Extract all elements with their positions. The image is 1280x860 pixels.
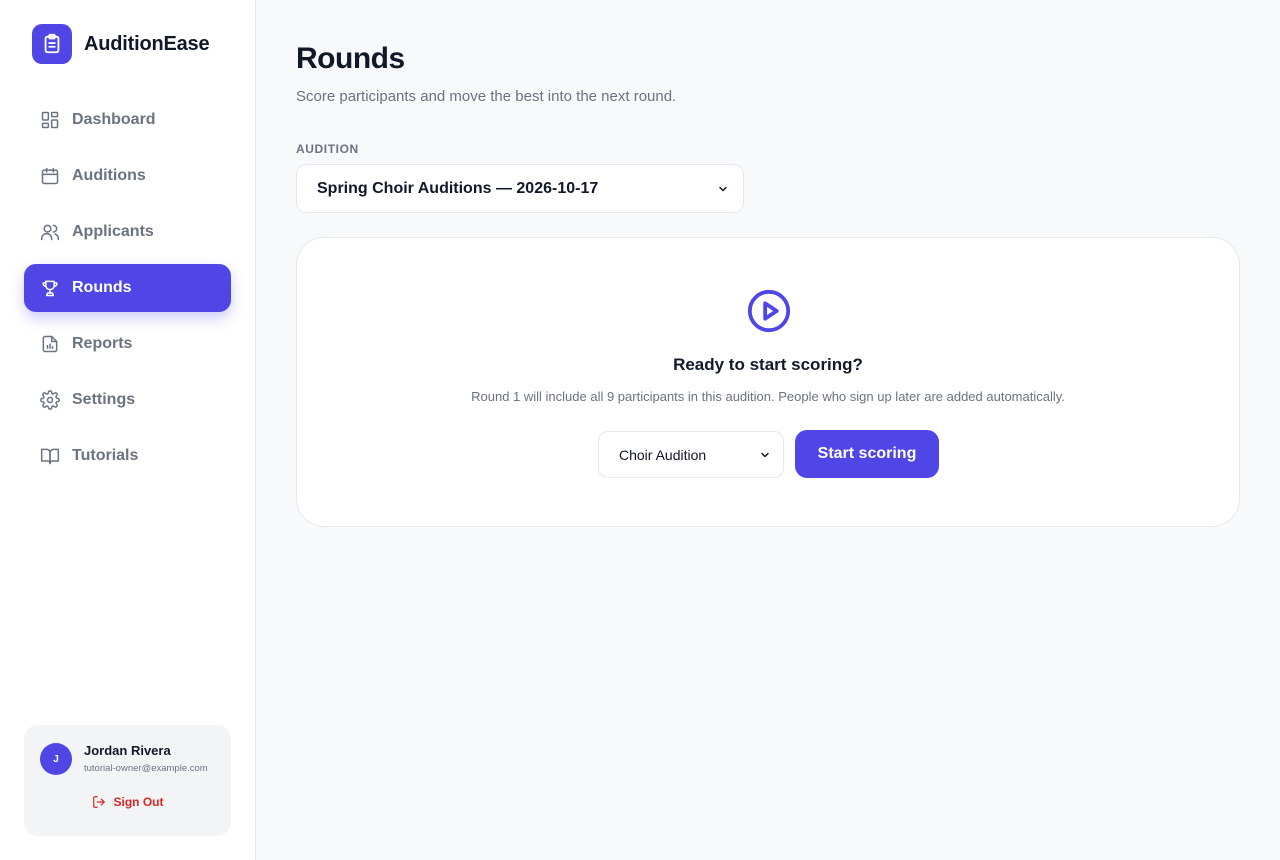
chevron-down-icon	[719, 186, 727, 191]
sidebar-item-settings[interactable]: Settings	[24, 376, 231, 424]
audition-label: AUDITION	[296, 142, 359, 156]
calendar-icon	[40, 166, 60, 186]
user-name: Jordan Rivera	[84, 743, 171, 758]
avatar: J	[40, 743, 72, 775]
trophy-icon	[40, 278, 60, 298]
user-card: J Jordan Rivera tutorial-owner@example.c…	[24, 725, 231, 836]
sidebar-nav: Dashboard Auditions Applicants Rounds Re…	[24, 96, 231, 488]
page-subtitle: Score participants and move the best int…	[296, 88, 677, 105]
sidebar-item-label: Applicants	[72, 223, 154, 240]
user-email: tutorial-owner@example.com	[84, 763, 208, 774]
sidebar-item-reports[interactable]: Reports	[24, 320, 231, 368]
sidebar-item-applicants[interactable]: Applicants	[24, 208, 231, 256]
sidebar-item-label: Dashboard	[72, 111, 156, 128]
audition-select-value: Spring Choir Auditions — 2026-10-17	[317, 179, 599, 197]
sidebar-item-dashboard[interactable]: Dashboard	[24, 96, 231, 144]
app-name: AuditionEase	[84, 32, 210, 55]
sidebar-item-label: Auditions	[72, 167, 146, 184]
sidebar-item-rounds[interactable]: Rounds	[24, 264, 231, 312]
sidebar-item-label: Tutorials	[72, 447, 139, 464]
sidebar: AuditionEase Dashboard Auditions Applica…	[0, 0, 256, 860]
book-icon	[40, 446, 60, 466]
sidebar-item-label: Rounds	[72, 279, 132, 296]
audition-select[interactable]: Spring Choir Auditions — 2026-10-17	[296, 164, 744, 213]
brand[interactable]: AuditionEase	[32, 24, 210, 64]
sign-out-label: Sign Out	[113, 795, 164, 809]
page-title: Rounds	[296, 42, 405, 75]
card-title: Ready to start scoring?	[673, 355, 863, 374]
sidebar-item-label: Settings	[72, 391, 136, 408]
chevron-down-icon	[761, 452, 769, 457]
template-select[interactable]: Choir Audition	[598, 431, 784, 478]
start-scoring-button[interactable]: Start scoring	[795, 430, 939, 478]
sidebar-item-auditions[interactable]: Auditions	[24, 152, 231, 200]
gear-icon	[40, 390, 60, 410]
dashboard-icon	[40, 110, 60, 130]
clipboard-icon	[32, 24, 72, 64]
sign-out-icon	[92, 796, 105, 808]
report-icon	[40, 334, 60, 354]
users-icon	[40, 222, 60, 242]
template-select-value: Choir Audition	[619, 446, 707, 463]
card-description: Round 1 will include all 9 participants …	[471, 389, 1065, 404]
play-circle-icon	[747, 289, 791, 333]
sidebar-item-tutorials[interactable]: Tutorials	[24, 432, 231, 480]
start-scoring-card: Ready to start scoring? Round 1 will inc…	[296, 237, 1240, 527]
sign-out-button[interactable]: Sign Out	[24, 795, 231, 809]
sidebar-item-label: Reports	[72, 335, 133, 352]
